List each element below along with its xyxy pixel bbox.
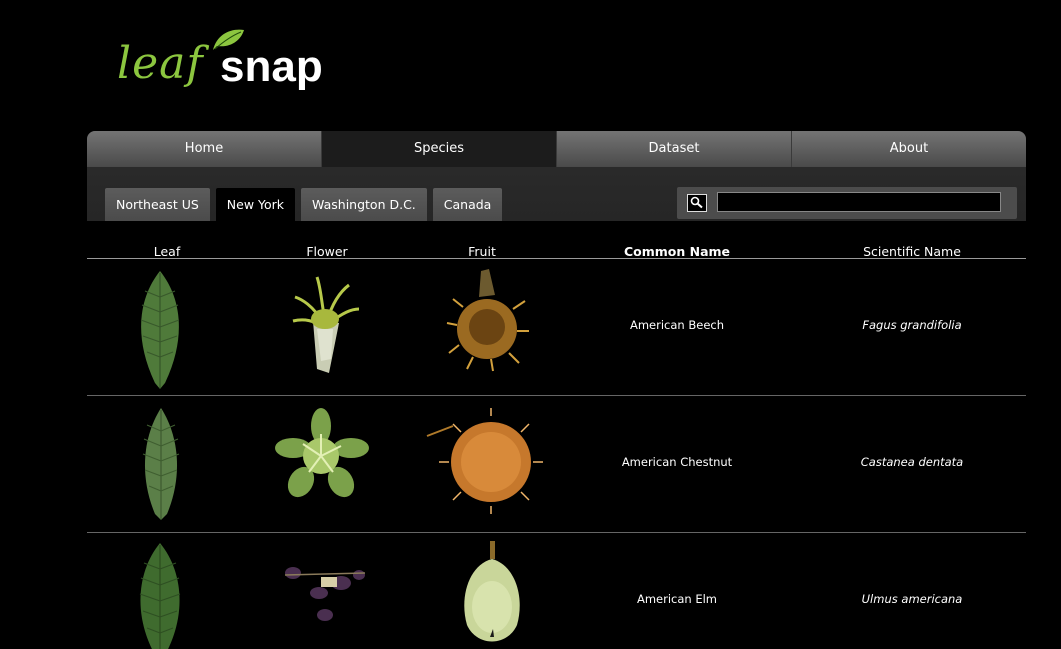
tab-washington-dc[interactable]: Washington D.C. [301, 188, 427, 221]
nav-species[interactable]: Species [322, 131, 557, 167]
column-header-fruit: Fruit [468, 244, 496, 259]
fruit-image[interactable] [425, 406, 545, 516]
region-tabs: Northeast US New York Washington D.C. Ca… [105, 188, 503, 221]
scientific-name[interactable]: Castanea dentata [832, 455, 992, 469]
nav-about[interactable]: About [792, 131, 1026, 167]
tab-canada[interactable]: Canada [432, 188, 503, 221]
scientific-name[interactable]: Fagus grandifolia [832, 318, 992, 332]
table-row[interactable]: American Chestnut Castanea dentata [87, 396, 1026, 532]
common-name[interactable]: American Beech [597, 318, 757, 332]
logo-leaf-text: leaf [117, 38, 204, 89]
column-header-scientific-name: Scientific Name [863, 244, 961, 259]
flower-image[interactable] [275, 553, 375, 633]
main-nav: Home Species Dataset About [87, 131, 1026, 167]
leaf-image[interactable] [125, 267, 195, 391]
nav-home[interactable]: Home [87, 131, 322, 167]
region-subnav: Northeast US New York Washington D.C. Ca… [87, 167, 1026, 221]
tab-new-york[interactable]: New York [215, 188, 296, 221]
species-table: Leaf Flower Fruit Common Name Scientific… [87, 221, 1026, 649]
column-header-leaf: Leaf [153, 244, 181, 259]
fruit-image[interactable] [445, 265, 530, 375]
flower-image[interactable] [287, 269, 362, 379]
table-row[interactable]: American Beech Fagus grandifolia [87, 259, 1026, 395]
species-panel: Home Species Dataset About Northeast US … [87, 131, 1026, 649]
flower-image[interactable] [271, 406, 373, 506]
leaf-image[interactable] [127, 541, 193, 649]
common-name[interactable]: American Chestnut [597, 455, 757, 469]
search-box [677, 187, 1017, 219]
tab-northeast-us[interactable]: Northeast US [105, 188, 210, 221]
leaf-image[interactable] [131, 406, 191, 522]
search-input[interactable] [717, 192, 1001, 212]
scientific-name[interactable]: Ulmus americana [832, 592, 992, 606]
table-row[interactable]: American Elm Ulmus americana [87, 533, 1026, 649]
column-header-common-name: Common Name [623, 244, 731, 259]
nav-dataset[interactable]: Dataset [557, 131, 792, 167]
common-name[interactable]: American Elm [597, 592, 757, 606]
logo-snap-text: snap [220, 42, 323, 91]
magnifier-icon[interactable] [687, 194, 707, 212]
fruit-image[interactable] [457, 537, 527, 649]
column-header-flower: Flower [306, 244, 348, 259]
